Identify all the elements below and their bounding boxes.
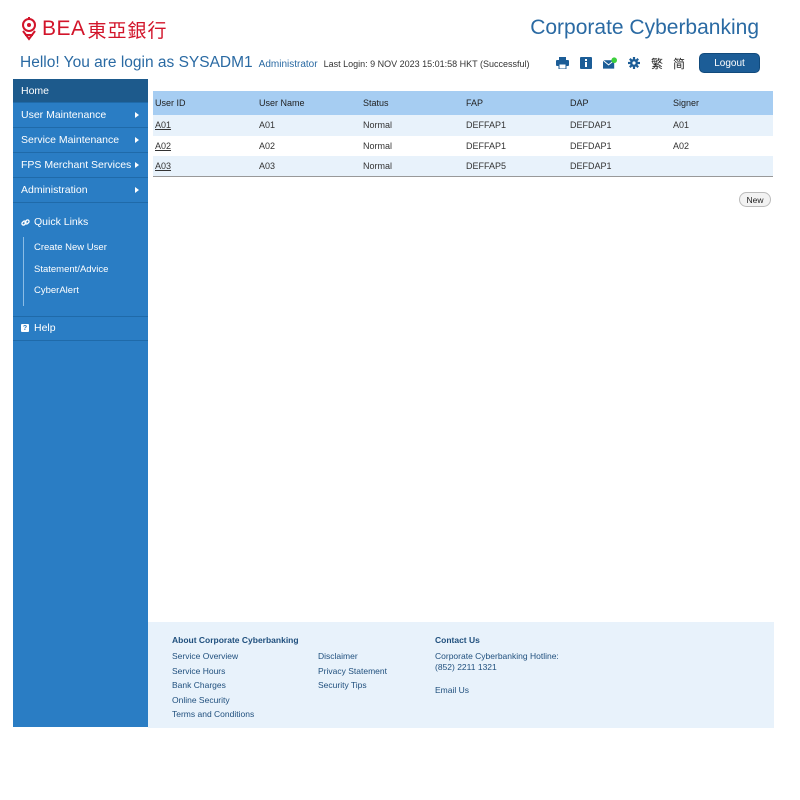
user-id-link[interactable]: A03: [155, 161, 171, 171]
footer-about-column: About Corporate Cyberbanking Service Ove…: [172, 635, 322, 724]
table-header-row: User ID User Name Status FAP DAP Signer: [153, 91, 773, 115]
quick-links-title: Quick Links: [34, 216, 89, 228]
header-toolbar: 繁 简: [555, 54, 695, 72]
cell-fap: DEFFAP5: [464, 156, 568, 177]
footer-contact-title: Contact Us: [435, 635, 480, 645]
cell-fap: DEFFAP1: [464, 135, 568, 156]
column-header-fap[interactable]: FAP: [464, 91, 568, 115]
sidebar-item-user-maintenance[interactable]: User Maintenance: [13, 103, 148, 128]
logout-button[interactable]: Logout: [699, 53, 760, 73]
footer-link-privacy-statement[interactable]: Privacy Statement: [318, 666, 428, 681]
footer-link-security-tips[interactable]: Security Tips: [318, 680, 428, 695]
brand-name-cn: 東亞銀行: [87, 19, 168, 42]
cell-dap: DEFDAP1: [568, 135, 671, 156]
column-header-status[interactable]: Status: [361, 91, 464, 115]
cell-status: Normal: [361, 115, 464, 136]
info-icon[interactable]: [579, 56, 593, 70]
cell-dap: DEFDAP1: [568, 156, 671, 177]
quick-links-heading: Quick Links: [13, 207, 148, 237]
sidebar-item-label: User Maintenance: [21, 109, 107, 121]
footer-link-disclaimer[interactable]: Disclaimer: [318, 651, 428, 666]
footer-link-service-overview[interactable]: Service Overview: [172, 651, 322, 666]
column-header-user-id[interactable]: User ID: [153, 91, 257, 115]
bea-logo[interactable]: BEA 東亞銀行: [20, 16, 168, 42]
bea-emblem-icon: [22, 17, 36, 41]
greeting-text: Hello! You are login as: [20, 54, 175, 71]
link-icon: [21, 218, 30, 226]
quick-link-cyberalert[interactable]: CyberAlert: [34, 280, 148, 302]
sidebar-item-administration[interactable]: Administration: [13, 178, 148, 203]
brand-name: BEA: [42, 17, 86, 40]
user-table: User ID User Name Status FAP DAP Signer …: [153, 91, 773, 177]
greeting-line: Hello! You are login as SYSADM1 Administ…: [20, 54, 530, 72]
username: SYSADM1: [178, 54, 253, 71]
lang-simplified-chinese[interactable]: 简: [673, 55, 685, 72]
cell-signer: A02: [671, 135, 773, 156]
table-row: A02 A02 Normal DEFFAP1 DEFDAP1 A02: [153, 135, 773, 156]
sidebar-item-label: Help: [34, 322, 56, 334]
caret-right-icon: [135, 162, 139, 168]
print-icon[interactable]: [555, 56, 569, 70]
cell-user-id: A02: [153, 135, 257, 156]
column-header-signer[interactable]: Signer: [671, 91, 773, 115]
quick-link-statement-advice[interactable]: Statement/Advice: [34, 259, 148, 281]
mail-icon[interactable]: [603, 56, 617, 70]
lang-traditional-chinese[interactable]: 繁: [651, 55, 663, 72]
footer-link-email-us[interactable]: Email Us: [435, 685, 605, 700]
sidebar-item-label: FPS Merchant Services: [21, 159, 132, 171]
cell-signer: [671, 156, 773, 177]
footer-link-service-hours[interactable]: Service Hours: [172, 666, 322, 681]
user-id-link[interactable]: A02: [155, 141, 171, 151]
cell-user-name: A01: [257, 115, 361, 136]
cell-fap: DEFFAP1: [464, 115, 568, 136]
user-role: Administrator: [258, 59, 318, 70]
cell-user-name: A03: [257, 156, 361, 177]
caret-right-icon: [135, 112, 139, 118]
cell-status: Normal: [361, 156, 464, 177]
sidebar: Home User Maintenance Service Maintenanc…: [13, 79, 148, 727]
quick-link-create-new-user[interactable]: Create New User: [34, 237, 148, 259]
footer-link-bank-charges[interactable]: Bank Charges: [172, 680, 322, 695]
column-header-user-name[interactable]: User Name: [257, 91, 361, 115]
column-header-dap[interactable]: DAP: [568, 91, 671, 115]
footer-link-terms-and-conditions[interactable]: Terms and Conditions: [172, 709, 322, 724]
caret-right-icon: [135, 187, 139, 193]
table-row: A03 A03 Normal DEFFAP5 DEFDAP1: [153, 156, 773, 177]
sidebar-item-label: Home: [21, 84, 50, 97]
cell-user-id: A01: [153, 115, 257, 136]
footer-link-online-security[interactable]: Online Security: [172, 695, 322, 710]
table-row: A01 A01 Normal DEFFAP1 DEFDAP1 A01: [153, 115, 773, 136]
new-user-button[interactable]: New: [739, 192, 771, 207]
sidebar-item-label: Service Maintenance: [21, 134, 120, 146]
sidebar-item-help[interactable]: ? Help: [13, 315, 148, 341]
caret-right-icon: [135, 137, 139, 143]
sidebar-item-service-maintenance[interactable]: Service Maintenance: [13, 128, 148, 153]
last-login: Last Login: 9 NOV 2023 15:01:58 HKT (Suc…: [323, 59, 530, 69]
footer-about-column-2: Disclaimer Privacy Statement Security Ti…: [318, 651, 428, 695]
sidebar-item-fps-merchant-services[interactable]: FPS Merchant Services: [13, 153, 148, 178]
app-title: Corporate Cyberbanking: [530, 16, 759, 39]
sidebar-item-home[interactable]: Home: [13, 79, 148, 103]
cell-signer: A01: [671, 115, 773, 136]
gear-icon[interactable]: [627, 56, 641, 70]
sidebar-item-label: Administration: [21, 184, 88, 196]
cell-status: Normal: [361, 135, 464, 156]
footer-hotline-label: Corporate Cyberbanking Hotline:: [435, 651, 559, 661]
cell-dap: DEFDAP1: [568, 115, 671, 136]
footer-about-title: About Corporate Cyberbanking: [172, 635, 299, 645]
footer-hotline-number: (852) 2211 1321: [435, 662, 497, 672]
cell-user-name: A02: [257, 135, 361, 156]
cell-user-id: A03: [153, 156, 257, 177]
footer-contact-column: Contact Us Corporate Cyberbanking Hotlin…: [435, 635, 605, 700]
user-id-link[interactable]: A01: [155, 120, 171, 130]
quick-links-list: Create New User Statement/Advice CyberAl…: [23, 237, 148, 306]
help-icon: ?: [21, 324, 29, 332]
footer: About Corporate Cyberbanking Service Ove…: [148, 622, 774, 728]
